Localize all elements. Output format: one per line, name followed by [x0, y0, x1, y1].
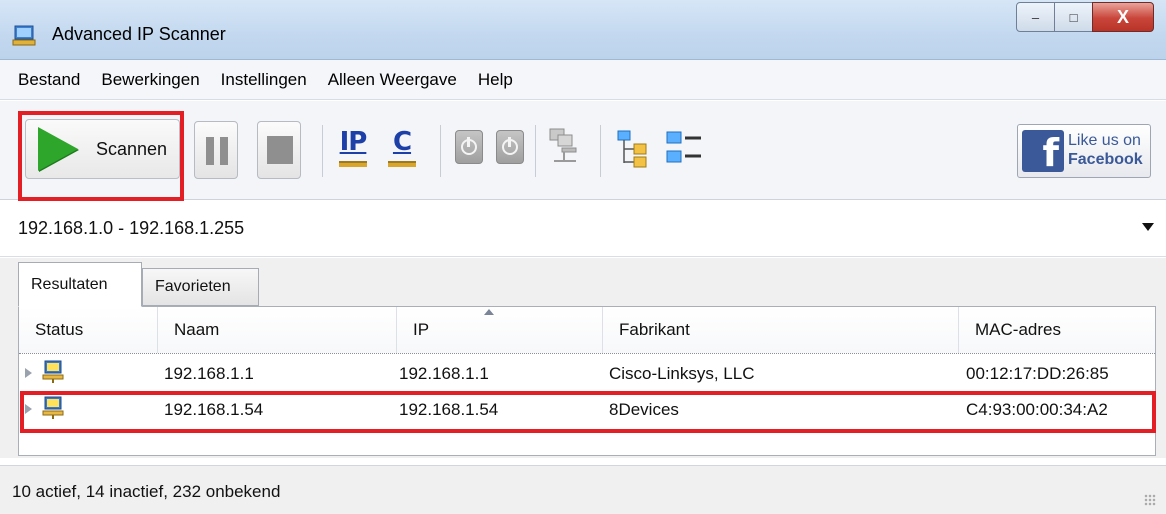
cell-mac: C4:93:00:00:34:A2 — [966, 400, 1108, 419]
list-view-icon[interactable] — [665, 129, 705, 169]
window-controls: – □ X — [1016, 2, 1154, 32]
power-icon — [461, 137, 477, 155]
column-header-ip[interactable]: IP — [397, 307, 603, 353]
toolbar-separator — [322, 125, 323, 177]
menu-bar: Bestand Bewerkingen Instellingen Alleen … — [0, 60, 1166, 100]
toolbar-separator — [600, 125, 601, 177]
ip-icon: IP — [339, 127, 368, 157]
cell-mac: 00:12:17:DD:26:85 — [966, 364, 1109, 383]
window-title: Advanced IP Scanner — [52, 24, 226, 44]
power-icon — [502, 137, 518, 155]
cell-fabrikant: 8Devices — [609, 400, 679, 419]
scan-ip-button[interactable]: IP — [337, 127, 369, 167]
facebook-line2: Facebook — [1068, 151, 1143, 168]
title-bar: Advanced IP Scanner – □ X — [0, 0, 1166, 60]
toolbar-separator — [440, 125, 441, 177]
facebook-line1: Like us on — [1068, 132, 1141, 149]
device-online-icon — [42, 396, 64, 419]
menu-bestand[interactable]: Bestand — [18, 70, 80, 90]
tab-favorieten[interactable]: Favorieten — [142, 268, 259, 306]
facebook-icon: f — [1022, 130, 1064, 172]
tab-resultaten[interactable]: Resultaten — [18, 262, 142, 307]
stop-button[interactable] — [257, 121, 301, 179]
device-online-icon — [42, 360, 64, 383]
menu-bewerkingen[interactable]: Bewerkingen — [101, 70, 199, 90]
c-icon: C — [392, 127, 412, 157]
resize-grip-icon[interactable] — [1144, 494, 1156, 506]
column-header-mac-adres[interactable]: MAC-adres — [959, 307, 1155, 353]
scan-highlight-box — [18, 111, 184, 201]
maximize-button[interactable]: □ — [1054, 2, 1093, 32]
pause-icon — [206, 137, 228, 165]
table-row[interactable]: 192.168.1.54 192.168.1.54 8Devices C4:93… — [19, 395, 1155, 425]
column-header-status[interactable]: Status — [19, 307, 158, 353]
minimize-button[interactable]: – — [1016, 2, 1055, 32]
menu-instellingen[interactable]: Instellingen — [221, 70, 307, 90]
app-icon — [12, 25, 36, 46]
results-table: Status Naam IP Fabrikant MAC-adres 192.1… — [18, 306, 1156, 456]
status-bar: 10 actief, 14 inactief, 232 onbekend — [0, 465, 1166, 514]
table-row[interactable]: 192.168.1.1 192.168.1.1 Cisco-Linksys, L… — [19, 359, 1155, 389]
cell-ip: 192.168.1.54 — [399, 400, 499, 419]
power-off-button[interactable] — [496, 130, 524, 164]
expand-arrow-icon[interactable] — [25, 368, 32, 378]
sort-ascending-icon — [484, 309, 494, 315]
close-button[interactable]: X — [1092, 2, 1154, 32]
dropdown-arrow-icon[interactable] — [1142, 223, 1154, 231]
cell-fabrikant: Cisco-Linksys, LLC — [609, 364, 755, 383]
pause-button[interactable] — [194, 121, 238, 179]
network-computers-icon[interactable] — [548, 127, 580, 165]
stop-icon — [267, 136, 293, 164]
cell-naam: 192.168.1.1 — [164, 364, 254, 383]
column-header-naam[interactable]: Naam — [158, 307, 397, 353]
scan-subnet-button[interactable]: C — [386, 127, 418, 167]
power-on-button[interactable] — [455, 130, 483, 164]
column-header-ip-label: IP — [413, 320, 430, 339]
tree-view-icon[interactable] — [616, 129, 650, 169]
expand-arrow-icon[interactable] — [25, 404, 32, 414]
cell-ip: 192.168.1.1 — [399, 364, 489, 383]
ip-range-input[interactable] — [18, 218, 998, 239]
facebook-like-button[interactable]: f Like us on Facebook — [1017, 124, 1151, 178]
toolbar-separator — [535, 125, 536, 177]
menu-help[interactable]: Help — [478, 70, 513, 90]
column-header-fabrikant[interactable]: Fabrikant — [603, 307, 959, 353]
cell-naam: 192.168.1.54 — [164, 400, 264, 419]
ip-range-combobox — [0, 201, 1166, 257]
tabs-area: Resultaten Favorieten Status Naam IP Fab… — [0, 258, 1166, 458]
menu-alleen-weergave[interactable]: Alleen Weergave — [328, 70, 457, 90]
status-text: 10 actief, 14 inactief, 232 onbekend — [12, 482, 281, 501]
